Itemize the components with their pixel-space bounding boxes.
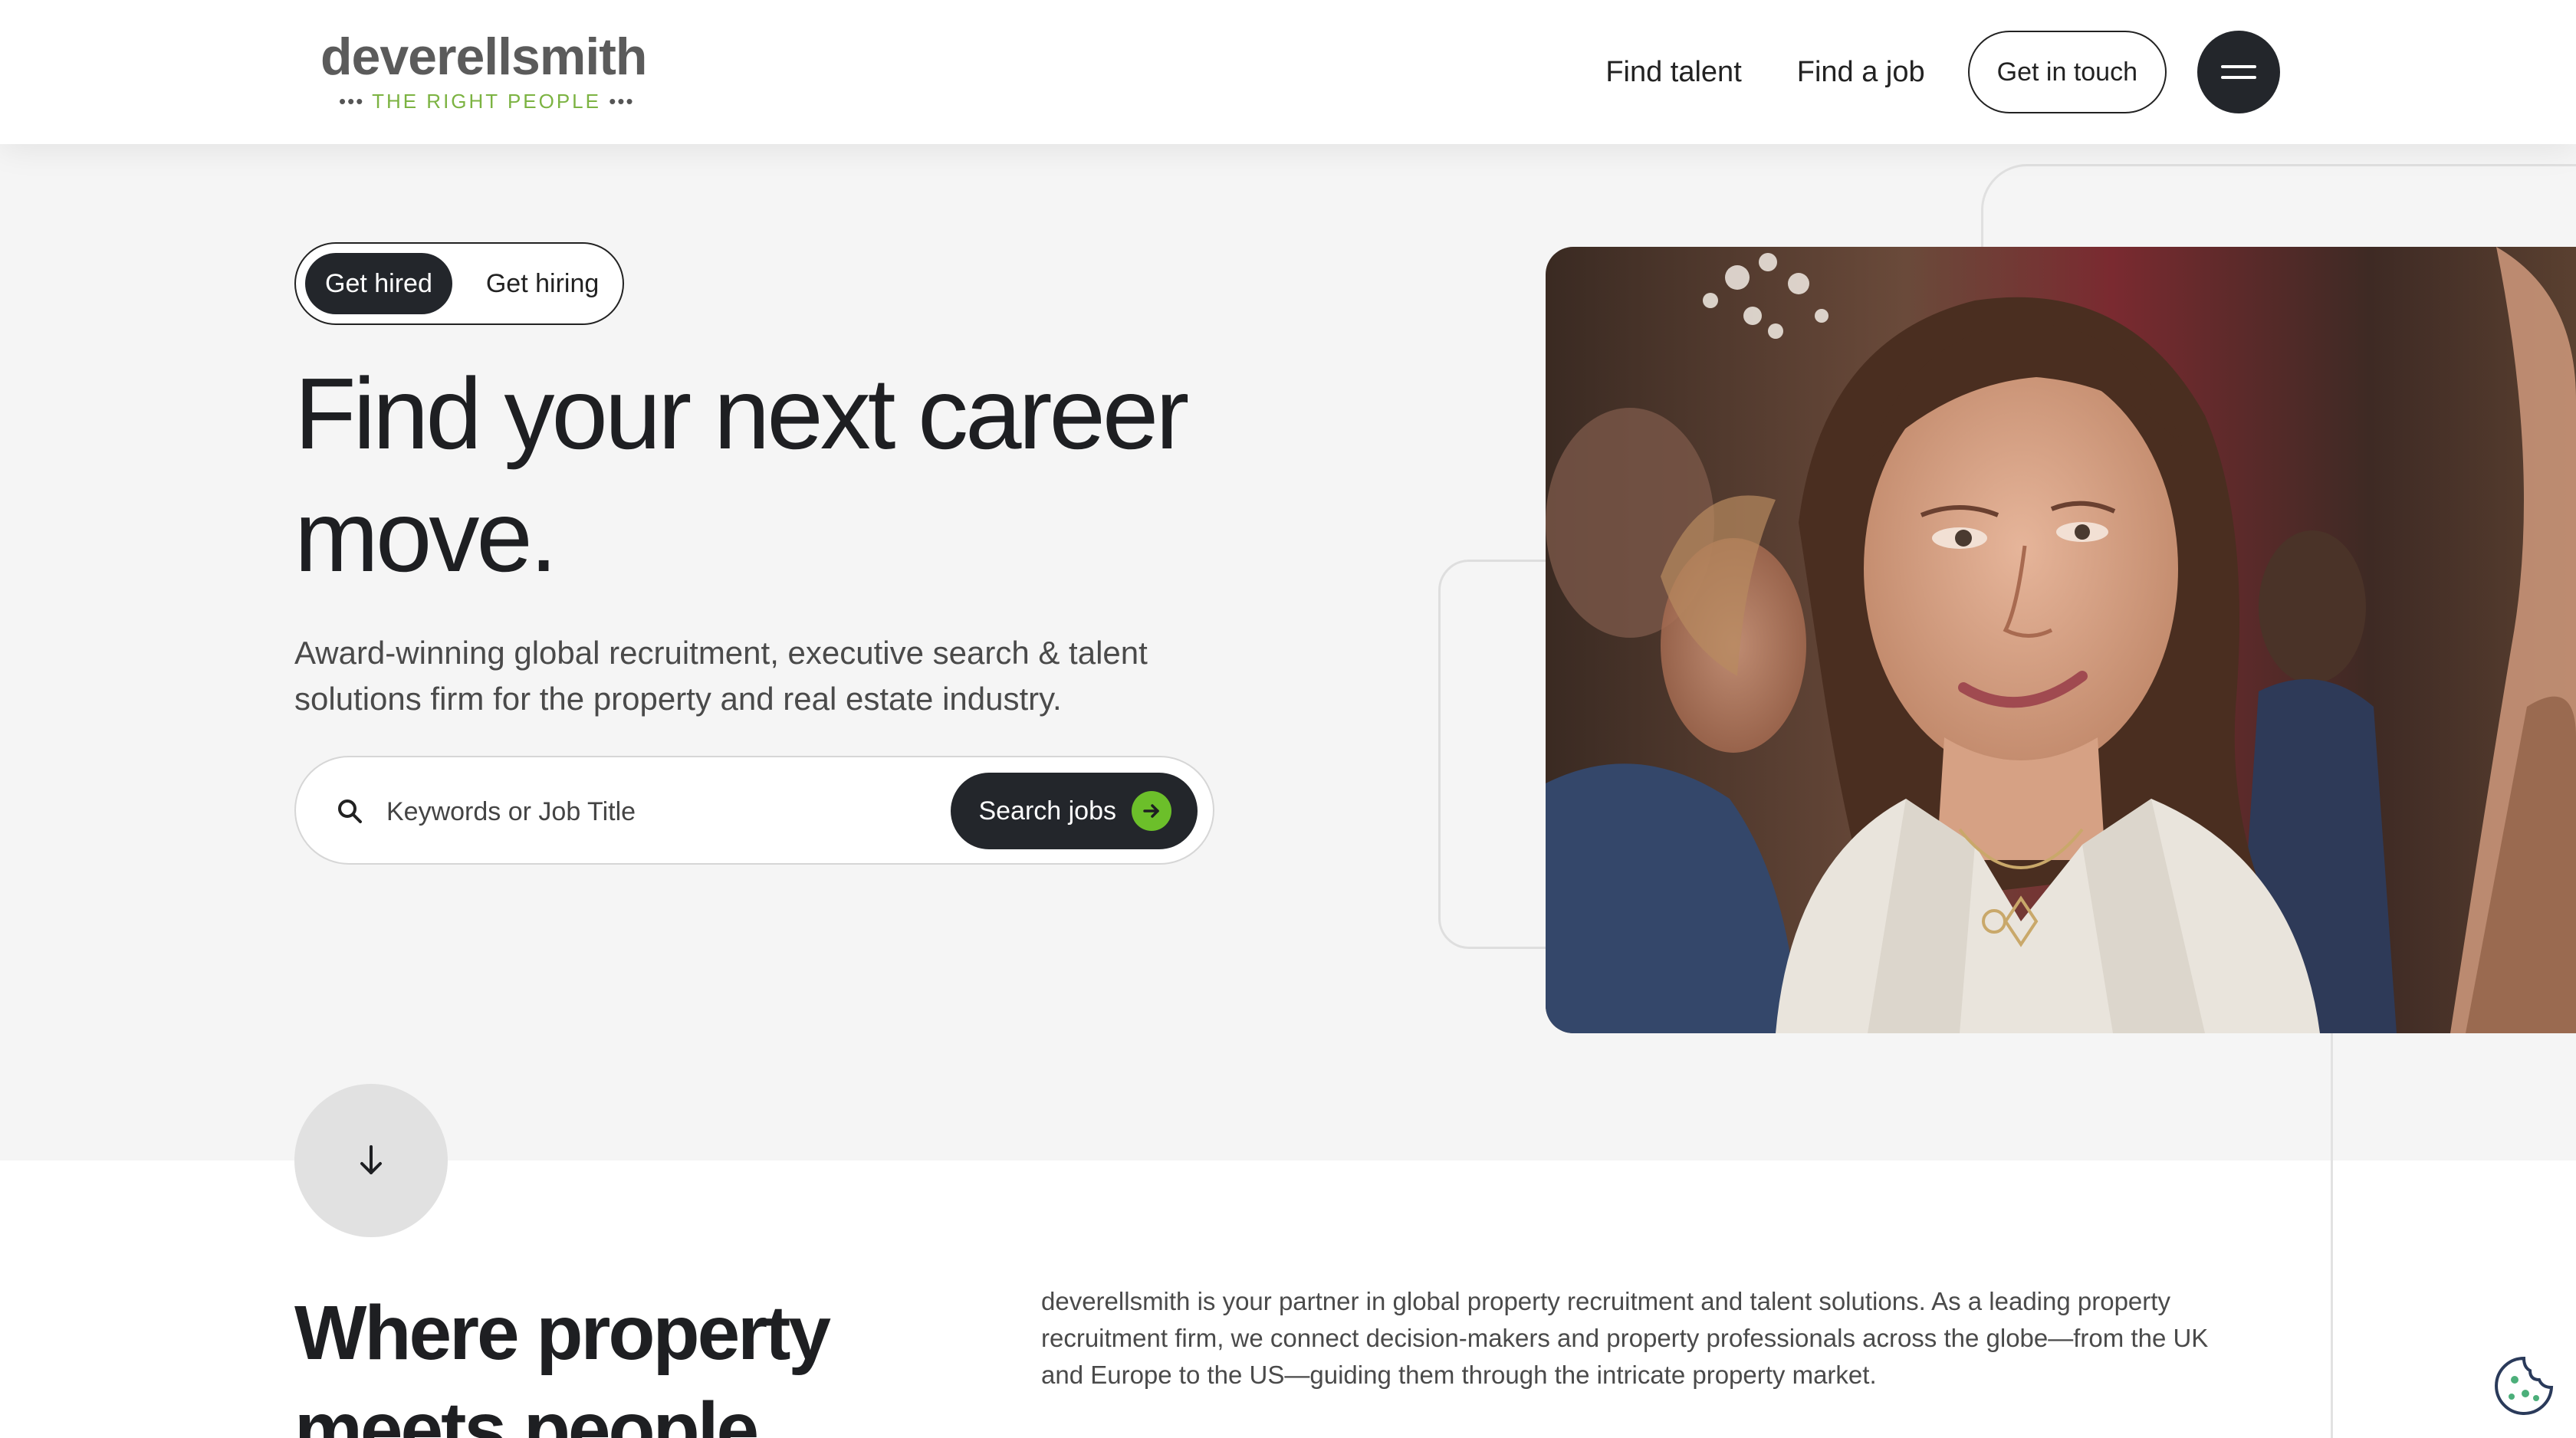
site-header: deverellsmith ••• THE RIGHT PEOPLE ••• F… bbox=[0, 0, 2576, 144]
hire-toggle: Get hired Get hiring bbox=[294, 242, 624, 325]
main-nav: Find talent Find a job Get in touch bbox=[1605, 31, 2280, 113]
magnifier-icon bbox=[338, 799, 362, 823]
intro-text: deverellsmith is your partner in global … bbox=[1041, 1287, 2209, 1389]
tagline-dots-left: ••• bbox=[339, 90, 365, 113]
toggle-get-hiring[interactable]: Get hiring bbox=[486, 269, 599, 299]
intro-title: Where property meets people bbox=[294, 1290, 831, 1438]
hero-subtitle: Award-winning global recruitment, execut… bbox=[294, 635, 1148, 717]
job-search-bar: Search jobs bbox=[294, 756, 1214, 865]
search-jobs-button[interactable]: Search jobs bbox=[951, 773, 1198, 849]
menu-button[interactable] bbox=[2197, 31, 2280, 113]
tagline-dots-right: ••• bbox=[609, 90, 635, 113]
hero-photo bbox=[1546, 247, 2576, 1033]
keywords-input[interactable] bbox=[386, 785, 816, 839]
search-jobs-label: Search jobs bbox=[978, 796, 1116, 826]
logo-wordmark: deverellsmith bbox=[320, 28, 647, 86]
arrow-down-icon bbox=[360, 1145, 382, 1174]
nav-find-talent[interactable]: Find talent bbox=[1605, 56, 1741, 89]
arrow-right-icon bbox=[1132, 791, 1171, 831]
hero-photo-illustration bbox=[1546, 247, 2576, 1033]
toggle-get-hired[interactable]: Get hired bbox=[305, 253, 452, 314]
cookie-icon bbox=[2495, 1356, 2554, 1415]
hamburger-icon-line bbox=[2221, 76, 2256, 79]
scroll-down-button[interactable] bbox=[294, 1084, 448, 1237]
logo[interactable]: deverellsmith ••• THE RIGHT PEOPLE ••• bbox=[320, 28, 647, 113]
hamburger-icon bbox=[2221, 65, 2256, 68]
tagline-text: THE RIGHT PEOPLE bbox=[372, 90, 601, 113]
nav-find-job[interactable]: Find a job bbox=[1797, 56, 1925, 89]
hero-title: Find your next career move. bbox=[294, 357, 1189, 593]
logo-tagline: ••• THE RIGHT PEOPLE ••• bbox=[320, 89, 646, 113]
page: deverellsmith ••• THE RIGHT PEOPLE ••• F… bbox=[0, 0, 2576, 1438]
decorative-line bbox=[2331, 1027, 2333, 1438]
get-in-touch-button[interactable]: Get in touch bbox=[1967, 31, 2167, 113]
cookie-settings-button[interactable] bbox=[2492, 1354, 2556, 1418]
